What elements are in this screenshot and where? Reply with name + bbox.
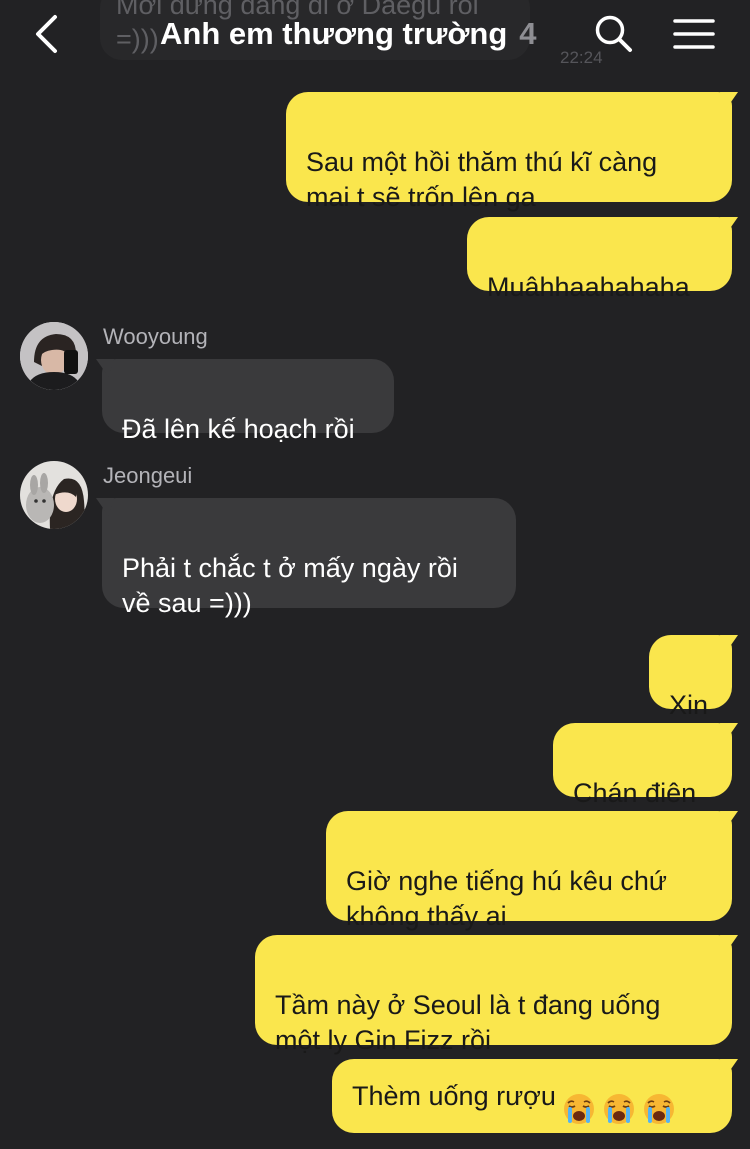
message-text: Đã lên kế hoạch rồi xyxy=(122,414,355,444)
other-message-bubble[interactable]: Phải t chắc t ở mấy ngày rồi về sau =))) xyxy=(102,498,516,618)
message-text: Tầm này ở Seoul là t đang uống một ly Gi… xyxy=(275,990,661,1055)
chat-title: Anh em thương trường xyxy=(160,16,508,51)
avatar-jeongeui[interactable] xyxy=(20,461,88,529)
loudly-crying-face-icon xyxy=(562,1057,596,1135)
search-button[interactable] xyxy=(590,10,638,58)
loudly-crying-face-icon xyxy=(602,1057,636,1135)
my-message-bubble[interactable]: Tầm này ở Seoul là t đang uống một ly Gi… xyxy=(255,935,732,1055)
chat-header: Anh em thương trường 4 xyxy=(0,0,750,70)
message-text: Giờ nghe tiếng hú kêu chứ không thấy ai xyxy=(346,866,667,931)
my-message-bubble[interactable]: Chán điên xyxy=(553,723,732,808)
chevron-left-icon xyxy=(36,15,57,53)
message-text: Xin xyxy=(669,690,709,720)
loudly-crying-face-icon xyxy=(642,1057,676,1135)
message-text: Phải t chắc t ở mấy ngày rồi về sau =))) xyxy=(122,553,458,618)
sender-name: Jeongeui xyxy=(103,463,193,488)
chat-title-area[interactable]: Anh em thương trường 4 xyxy=(160,12,537,56)
menu-button[interactable] xyxy=(668,10,720,58)
my-message-bubble[interactable]: Giờ nghe tiếng hú kêu chứ không thấy ai xyxy=(326,811,732,931)
back-button[interactable] xyxy=(24,10,68,58)
avatar-wooyoung[interactable] xyxy=(20,322,88,390)
message-text: Sau một hồi thăm thú kĩ càng mai t sẽ tr… xyxy=(306,147,658,212)
member-count: 4 xyxy=(519,16,537,51)
my-message-bubble[interactable]: Sau một hồi thăm thú kĩ càng mai t sẽ tr… xyxy=(286,92,732,212)
other-message-bubble[interactable]: Đã lên kế hoạch rồi xyxy=(102,359,394,444)
profile-photo-icon xyxy=(20,461,88,529)
message-text: Chán điên xyxy=(573,778,697,808)
my-message-bubble[interactable]: Muâhhaahahaha xyxy=(467,217,732,302)
message-text: Muâhhaahahaha xyxy=(487,272,690,302)
my-message-bubble[interactable]: Xin xyxy=(649,635,732,720)
hamburger-menu-icon xyxy=(673,19,715,49)
sender-name: Wooyoung xyxy=(103,324,208,349)
profile-photo-icon xyxy=(20,322,88,390)
search-icon xyxy=(595,15,632,52)
message-text: Thèm uống rượu xyxy=(352,1080,556,1111)
my-message-bubble[interactable]: Thèm uống rượu xyxy=(332,1059,732,1133)
